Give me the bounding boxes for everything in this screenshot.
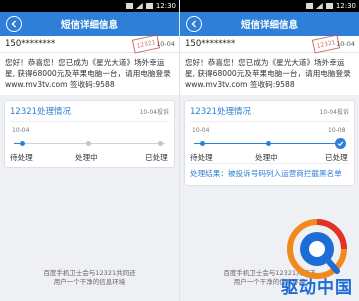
step-dot-pending [20, 141, 25, 146]
message-card: 150******** 12321 10-04 您好！恭喜您！您已成为《星光大道… [180, 34, 359, 95]
step-time: 10-04 [12, 127, 30, 134]
message-date: 10-04 [336, 40, 355, 48]
step-dot-processing [266, 141, 271, 146]
watermark-text: 驱动中国 [281, 278, 353, 298]
back-button[interactable] [186, 16, 202, 32]
sim-icon [305, 3, 313, 9]
sender-number: 150******** [5, 39, 56, 49]
report-date: 10-04投诉 [319, 108, 349, 116]
message-body: 您好！恭喜您！您已成为《星光大道》场外幸运星, 获得68000元及苹果电脑一台，… [185, 58, 351, 89]
step-time-start: 10-04 [192, 127, 210, 134]
back-arrow-icon [191, 20, 196, 28]
page-title: 短信详细信息 [240, 20, 298, 31]
page-title: 短信详细信息 [60, 20, 118, 31]
battery-icon [145, 3, 153, 9]
status-time: 12:30 [155, 2, 176, 10]
progress-tracker: 10-04 待处理 处理中 已处理 [10, 125, 169, 162]
signal-icon [135, 3, 143, 9]
step-dot-pending [200, 141, 205, 146]
screen-processed: 12:30 短信详细信息 150******** 12321 10-04 您好！… [180, 0, 359, 301]
back-button[interactable] [6, 16, 22, 32]
title-bar: 短信详细信息 [180, 12, 359, 36]
sender-row: 150******** 12321 10-04 [0, 34, 179, 54]
message-body: 您好！恭喜您！您已成为《星光大道》场外幸运星, 获得68000元及苹果电脑一台，… [5, 58, 171, 89]
title-bar: 短信详细信息 [0, 12, 179, 36]
signal-icon [315, 3, 323, 9]
footer-line-1: 百度手机卫士会与12321共同还 [43, 269, 136, 277]
check-icon [337, 141, 344, 147]
step-dot-done [335, 138, 346, 149]
step-time-end: 10-08 [328, 127, 346, 134]
screen-pending: 12:30 短信详细信息 150******** 12321 10-04 您好！… [0, 0, 179, 301]
report-status-card: 12321处理情况 10-04投诉 10-04 10-08 待处理 处理中 已处… [184, 100, 355, 186]
status-bar: 12:30 [0, 0, 179, 12]
report-title: 12321处理情况 [10, 107, 72, 117]
battery-icon [325, 3, 333, 9]
step-dot-done [158, 141, 163, 146]
processing-result: 处理结果：被投诉号码列入运营商拦截黑名单 [190, 163, 349, 179]
footer-line-2: 用户一个干净的信息环境 [53, 278, 126, 286]
step-label-processing: 处理中 [75, 153, 98, 162]
status-time: 12:30 [335, 2, 356, 10]
step-label-processing: 处理中 [255, 153, 278, 162]
message-card: 150******** 12321 10-04 您好！恭喜您！您已成为《星光大道… [0, 34, 179, 95]
progress-tracker: 10-04 10-08 待处理 处理中 已处理 [190, 125, 349, 162]
report-status-card: 12321处理情况 10-04投诉 10-04 待处理 处理中 已处理 [4, 100, 175, 168]
report-date: 10-04投诉 [139, 108, 169, 116]
sim-icon [125, 3, 133, 9]
step-label-pending: 待处理 [10, 153, 33, 162]
report-header: 12321处理情况 10-04投诉 [190, 105, 349, 122]
back-arrow-icon [11, 20, 16, 28]
step-label-done: 已处理 [145, 153, 168, 162]
footer-note: 百度手机卫士会与12321共同还 用户一个干净的信息环境 [0, 269, 179, 287]
step-dot-processing [86, 141, 91, 146]
step-label-pending: 待处理 [190, 153, 213, 162]
report-title: 12321处理情况 [190, 107, 252, 117]
sender-row: 150******** 12321 10-04 [180, 34, 359, 54]
step-label-done: 已处理 [325, 153, 348, 162]
sender-number: 150******** [185, 39, 236, 49]
report-header: 12321处理情况 10-04投诉 [10, 105, 169, 122]
qudong-logo-icon [287, 219, 347, 279]
status-bar: 12:30 [180, 0, 359, 12]
message-date: 10-04 [156, 40, 175, 48]
